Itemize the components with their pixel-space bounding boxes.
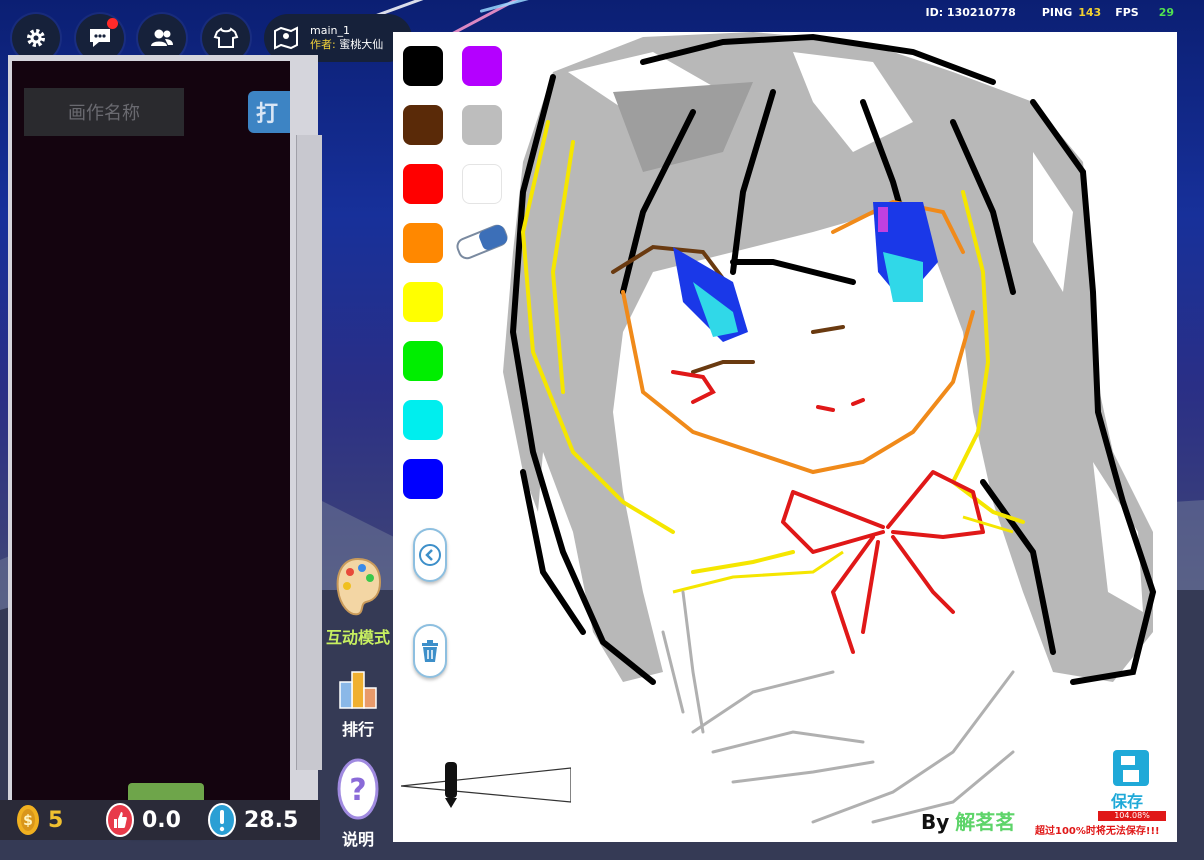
wardrobe-icon <box>213 27 239 48</box>
drawing-canvas[interactable]: By 解茗茗 保存 104.08% 超过100%时将无法保存!!! <box>393 32 1177 842</box>
back-button[interactable] <box>413 528 447 582</box>
save-button[interactable] <box>1113 750 1149 786</box>
fps-value: 29 <box>1158 6 1174 19</box>
ping-value: 143 <box>1078 6 1102 19</box>
svg-text:$: $ <box>23 813 33 829</box>
color-swatch-green[interactable] <box>403 341 443 381</box>
gear-icon <box>27 29 45 47</box>
signature-prefix: By <box>921 810 950 834</box>
map-name: main_1 <box>310 24 350 38</box>
ranking-label: 排行 <box>341 720 374 739</box>
ranking-button[interactable]: 排行 <box>322 664 394 740</box>
help-button[interactable]: ? 说明 <box>322 758 394 850</box>
color-swatch-blue[interactable] <box>403 459 443 499</box>
question-icon: ? <box>337 758 379 820</box>
color-swatch-yellow[interactable] <box>403 282 443 322</box>
ping-readout: PING 143 <box>1042 6 1101 19</box>
svg-text:?: ? <box>349 773 366 808</box>
interactive-mode-button[interactable]: 互动模式 <box>322 556 394 648</box>
player-id: ID: 130210778 <box>925 6 1016 19</box>
anime-girl-drawing <box>503 32 1157 824</box>
color-swatch-white[interactable] <box>462 164 502 204</box>
thumbs-up-icon <box>106 803 134 837</box>
coins-value: 5 <box>48 807 64 833</box>
color-swatch-cyan[interactable] <box>403 400 443 440</box>
open-button[interactable]: 打 <box>248 91 290 133</box>
coin-icon: $ <box>17 805 39 835</box>
coins-stat: $ 5 <box>16 800 63 840</box>
help-label: 说明 <box>341 830 374 849</box>
author-name: 蜜桃大仙 <box>339 38 384 51</box>
palette-icon <box>336 557 382 616</box>
author-label: 作者: <box>310 38 336 51</box>
artwork-list-panel: 画作名称 打 + <box>8 55 322 837</box>
podium-icon <box>339 671 377 709</box>
alert-value: 28.5 <box>244 807 299 833</box>
capacity-text: 104.08% <box>1114 811 1150 820</box>
clear-button[interactable] <box>413 624 447 678</box>
author-row: 作者: 蜜桃大仙 <box>310 38 383 52</box>
brush-size-slider[interactable] <box>401 760 571 810</box>
friends-icon <box>151 29 173 46</box>
color-swatch-orange[interactable] <box>403 223 443 263</box>
signature-name: 解茗茗 <box>955 810 1016 834</box>
list-scrollbar[interactable] <box>296 135 322 770</box>
sky-streak <box>359 0 718 23</box>
signature: By 解茗茗 <box>921 806 1015 835</box>
chat-icon <box>90 29 110 47</box>
fps-label: FPS <box>1115 6 1139 19</box>
chevron-left-icon <box>419 544 441 566</box>
floppy-icon <box>1121 756 1139 782</box>
exclamation-icon <box>208 803 236 837</box>
color-swatch-black[interactable] <box>403 46 443 86</box>
trash-icon <box>422 640 438 662</box>
sky-streak <box>479 0 771 13</box>
artwork-list[interactable] <box>12 61 290 800</box>
eraser-icon[interactable] <box>451 222 513 262</box>
color-swatch-purple[interactable] <box>462 46 502 86</box>
likes-stat: 0.0 <box>106 800 181 840</box>
capacity-warning: 超过100%时将无法保存!!! <box>1035 826 1160 837</box>
alert-stat: 28.5 <box>208 800 298 840</box>
notification-badge <box>107 18 118 29</box>
map-pin-icon <box>274 26 298 50</box>
interactive-mode-label: 互动模式 <box>325 628 390 647</box>
color-swatch-red[interactable] <box>403 164 443 204</box>
fps-readout: FPS 29 <box>1115 6 1174 19</box>
artwork-name-input[interactable]: 画作名称 <box>24 88 184 136</box>
likes-value: 0.0 <box>142 807 181 833</box>
save-label[interactable]: 保存 <box>1111 788 1143 812</box>
color-swatch-gray[interactable] <box>462 105 502 145</box>
color-swatch-brown[interactable] <box>403 105 443 145</box>
status-stats: ID: 130210778 PING 143 FPS 29 <box>925 6 1174 19</box>
ping-label: PING <box>1041 6 1073 19</box>
